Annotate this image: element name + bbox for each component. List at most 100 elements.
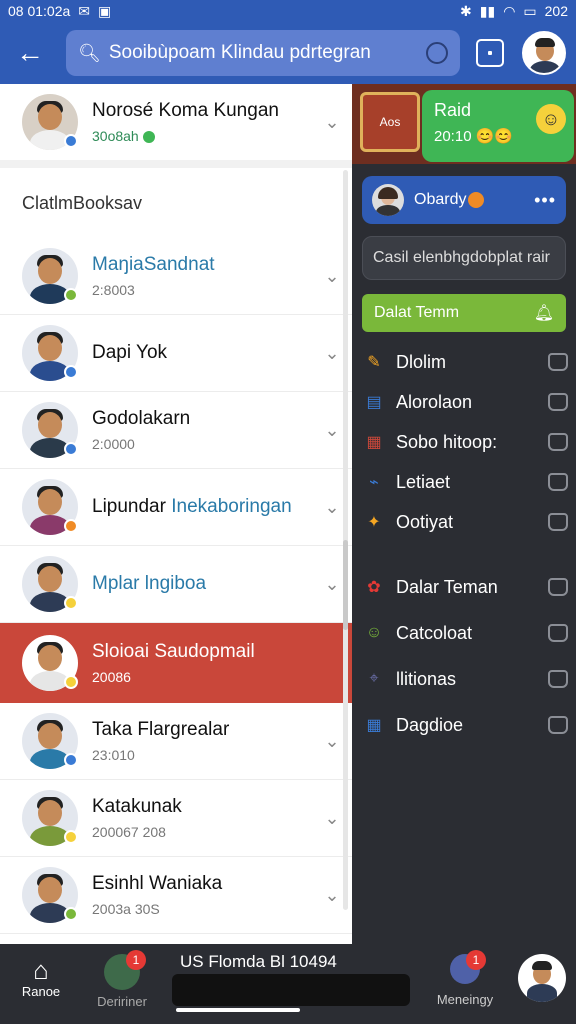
avatar — [22, 790, 78, 846]
pencil-icon: ✎ — [367, 354, 381, 371]
lock-icon — [548, 393, 568, 411]
bluetooth-icon: ✱ — [460, 2, 472, 19]
app-bar: ← 🔍︎ Sooibùpoam Klindau pdrtegran — [0, 22, 576, 84]
nav-deririner[interactable]: 1 Deririner — [94, 950, 150, 1009]
contact-row[interactable]: MaŋiaSandnat 2:8003 ⌄ — [0, 238, 352, 315]
contact-sub: 20086 — [92, 669, 131, 685]
status-right-text: 202 — [544, 3, 568, 19]
status-dot — [64, 288, 78, 302]
menu-item-label: Ootiyat — [396, 511, 454, 532]
menu-item-flower[interactable]: ✿ Dalar Teman — [362, 564, 568, 610]
bell-icon[interactable]: 🔔︎ — [534, 303, 554, 323]
tv-icon: Aos — [360, 92, 420, 152]
contact-name: Godolakarn — [92, 408, 191, 429]
side-menu-panel: Aos Raid 20:10 😊😊 ☺ Obardy ••• Casil ele… — [352, 84, 576, 944]
nav-home[interactable]: ⌂ Ranoe — [18, 956, 64, 999]
home-indicator[interactable] — [176, 1008, 300, 1012]
contact-row[interactable]: Godolakarn 2:0000 ⌄ — [0, 392, 352, 469]
menu-item-book[interactable]: ▤ Alorolaon — [362, 382, 568, 422]
contact-sub: 23:010 — [92, 747, 135, 763]
contact-name: Taka Flargrealar — [92, 719, 230, 740]
avatar — [372, 184, 404, 216]
battery-icon: ▭ — [523, 2, 537, 19]
menu-item-pencil[interactable]: ✎ Dlolim — [362, 342, 568, 382]
status-dot — [64, 907, 78, 921]
banner-image: Aos Raid 20:10 😊😊 ☺ — [352, 84, 576, 164]
contact-row[interactable]: Mplar lngiboa ⌄ — [0, 546, 352, 623]
lock-icon — [548, 473, 568, 491]
contact-sub: 2003a 30S — [92, 901, 160, 917]
nav-meneingy[interactable]: 1 Meneingy — [430, 950, 500, 1007]
lock-icon — [548, 578, 568, 596]
book-icon: ▤ — [366, 394, 382, 411]
lock-icon — [548, 716, 568, 734]
menu-item-ticket[interactable]: ✦ Ootiyat — [362, 502, 568, 542]
back-arrow-icon[interactable]: ← — [10, 33, 50, 73]
messenger-icon: 1 — [450, 950, 486, 984]
notification-card[interactable]: Raid 20:10 😊😊 ☺ — [422, 90, 574, 162]
avatar — [22, 248, 78, 304]
status-time: 08 01:02a — [8, 3, 71, 19]
contact-sub: 2:0000 — [92, 436, 135, 452]
lock-icon — [548, 624, 568, 642]
avatar — [22, 402, 78, 458]
profile-avatar[interactable] — [522, 31, 566, 75]
pinned-contact[interactable]: Norosé Koma Kungan 30o8ah ⌄ — [0, 84, 352, 168]
menu-item-calendar[interactable]: ▦ Sobo hitoop: — [362, 422, 568, 462]
status-dot — [468, 192, 485, 208]
contact-row[interactable]: Katakunak 200067 208 ⌄ — [0, 780, 352, 857]
home-icon: ⌂ — [33, 955, 49, 985]
chat-icon: 1 — [104, 950, 146, 990]
more-icon[interactable]: ••• — [534, 190, 556, 211]
status-dot — [64, 519, 78, 533]
contact-sub: 30o8ah — [92, 128, 312, 144]
voice-search-icon[interactable] — [426, 42, 448, 64]
menu-item-person[interactable]: ☺ Catcoloat — [362, 610, 568, 656]
status-dot — [64, 675, 78, 689]
menu-item-tag[interactable]: ⌁ Letiaet — [362, 462, 568, 502]
search-placeholder: Sooibùpoam Klindau pdrtegran — [108, 42, 371, 63]
contact-name: Dapi Yok — [92, 342, 168, 363]
side-menu: ✎ Dlolim ▤ Alorolaon ▦ Sobo hitoop: ⌁ Letiaet ✦ O… — [362, 342, 568, 748]
pin-icon: ⌖ — [369, 670, 379, 687]
status-dot — [64, 442, 78, 456]
contact-name: Sloioai Saudopmail — [92, 641, 255, 662]
group-bar[interactable]: Dalat Temm 🔔︎ — [362, 294, 566, 332]
compose-placeholder: Casil elenbhgdobplat rair — [373, 249, 550, 266]
smiley-icon: ☺ — [536, 104, 566, 134]
menu-item-grid[interactable]: ▦ Dagdioe — [362, 702, 568, 748]
notification-icon: ✉ — [78, 2, 91, 19]
tag-icon: ⌁ — [369, 474, 379, 491]
contact-name: Katakunak — [92, 796, 182, 817]
search-input[interactable]: 🔍︎ Sooibùpoam Klindau pdrtegran — [66, 30, 460, 76]
menu-item-label: Catcoloat — [396, 622, 473, 643]
contact-name: MaŋiaSandnat — [92, 254, 215, 275]
contact-row[interactable]: Dapi Yok ⌄ — [0, 315, 352, 392]
scrollbar-thumb[interactable] — [343, 540, 348, 630]
notification-badge: 1 — [466, 950, 486, 970]
contact-row[interactable]: Esinhl Waniaka 2003a 30S ⌄ — [0, 857, 352, 934]
media-bar[interactable] — [172, 974, 410, 1006]
profile-avatar[interactable] — [518, 954, 566, 1002]
apps-icon[interactable] — [476, 39, 504, 67]
mini-status-text: US Flomda Bl 10494 — [180, 952, 337, 971]
wifi-icon: ◠ — [503, 2, 516, 19]
person-icon: ☺ — [365, 624, 383, 641]
menu-item-pin[interactable]: ⌖ llitionas — [362, 656, 568, 702]
user-card[interactable]: Obardy ••• — [362, 176, 566, 224]
contact-row[interactable]: Taka Flargrealar 23:010 ⌄ — [0, 703, 352, 780]
avatar — [22, 713, 78, 769]
avatar — [22, 94, 78, 150]
grid-icon: ▦ — [366, 717, 382, 734]
menu-item-label: Dagdioe — [396, 714, 464, 735]
status-dot — [64, 753, 78, 767]
compose-input[interactable]: Casil elenbhgdobplat rair — [362, 236, 566, 280]
avatar — [22, 556, 78, 612]
app-icon: ▣ — [98, 2, 112, 19]
lock-icon — [548, 353, 568, 371]
chevron-down-icon[interactable]: ⌄ — [312, 112, 352, 133]
contact-row[interactable]: Sloioai Saudopmail 20086 — [0, 623, 352, 703]
nav-d-label: Deririner — [97, 994, 147, 1009]
contact-row[interactable]: Lipundar Inekaboringan ⌄ — [0, 469, 352, 546]
calendar-icon: ▦ — [366, 434, 382, 451]
